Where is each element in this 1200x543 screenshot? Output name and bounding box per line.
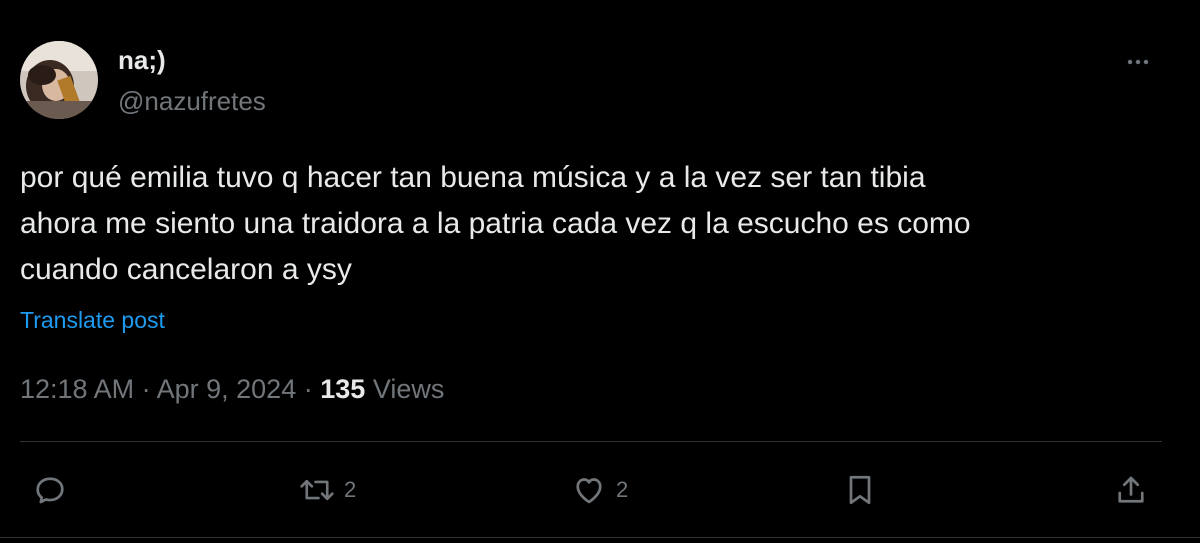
tweet-meta: 12:18 AM · Apr 9, 2024 · 135 Views	[20, 372, 444, 406]
handle[interactable]: @nazufretes	[118, 86, 266, 116]
bottom-divider	[0, 537, 1200, 538]
bookmark-icon	[849, 475, 871, 505]
reply-icon	[36, 477, 64, 504]
divider	[20, 441, 1162, 442]
tweet-date[interactable]: Apr 9, 2024	[157, 374, 297, 404]
like-count: 2	[616, 477, 629, 502]
repost-icon	[300, 479, 334, 501]
tweet-text-line: cuando cancelaron a ysy	[20, 253, 352, 286]
views-label: Views	[372, 374, 445, 404]
share-button[interactable]	[1113, 470, 1149, 510]
display-name[interactable]: na;)	[118, 45, 166, 75]
tweet-text-line: por qué emilia tuvo q hacer tan buena mú…	[20, 161, 926, 194]
avatar[interactable]	[20, 41, 98, 119]
views-count: 135	[320, 374, 366, 404]
tweet-text-line: ahora me siento una traidora a la patria…	[20, 207, 971, 240]
meta-separator: ·	[141, 374, 151, 404]
heart-icon	[576, 478, 602, 504]
bookmark-button[interactable]	[842, 470, 878, 510]
repost-button[interactable]: 2	[298, 470, 356, 510]
meta-separator: ·	[303, 374, 313, 404]
like-button[interactable]: 2	[570, 470, 628, 510]
repost-count: 2	[344, 477, 357, 502]
translate-post-link[interactable]: Translate post	[20, 306, 165, 334]
avatar-image	[20, 41, 98, 119]
tweet-text: por qué emilia tuvo q hacer tan buena mú…	[20, 155, 1160, 293]
more-options-button[interactable]	[1118, 48, 1158, 76]
share-icon	[1118, 476, 1144, 503]
reply-button[interactable]	[32, 470, 68, 510]
tweet-container: na;) @nazufretes por qué emilia tuvo q h…	[0, 0, 1200, 543]
more-icon	[1127, 59, 1149, 65]
tweet-time[interactable]: 12:18 AM	[20, 374, 134, 404]
